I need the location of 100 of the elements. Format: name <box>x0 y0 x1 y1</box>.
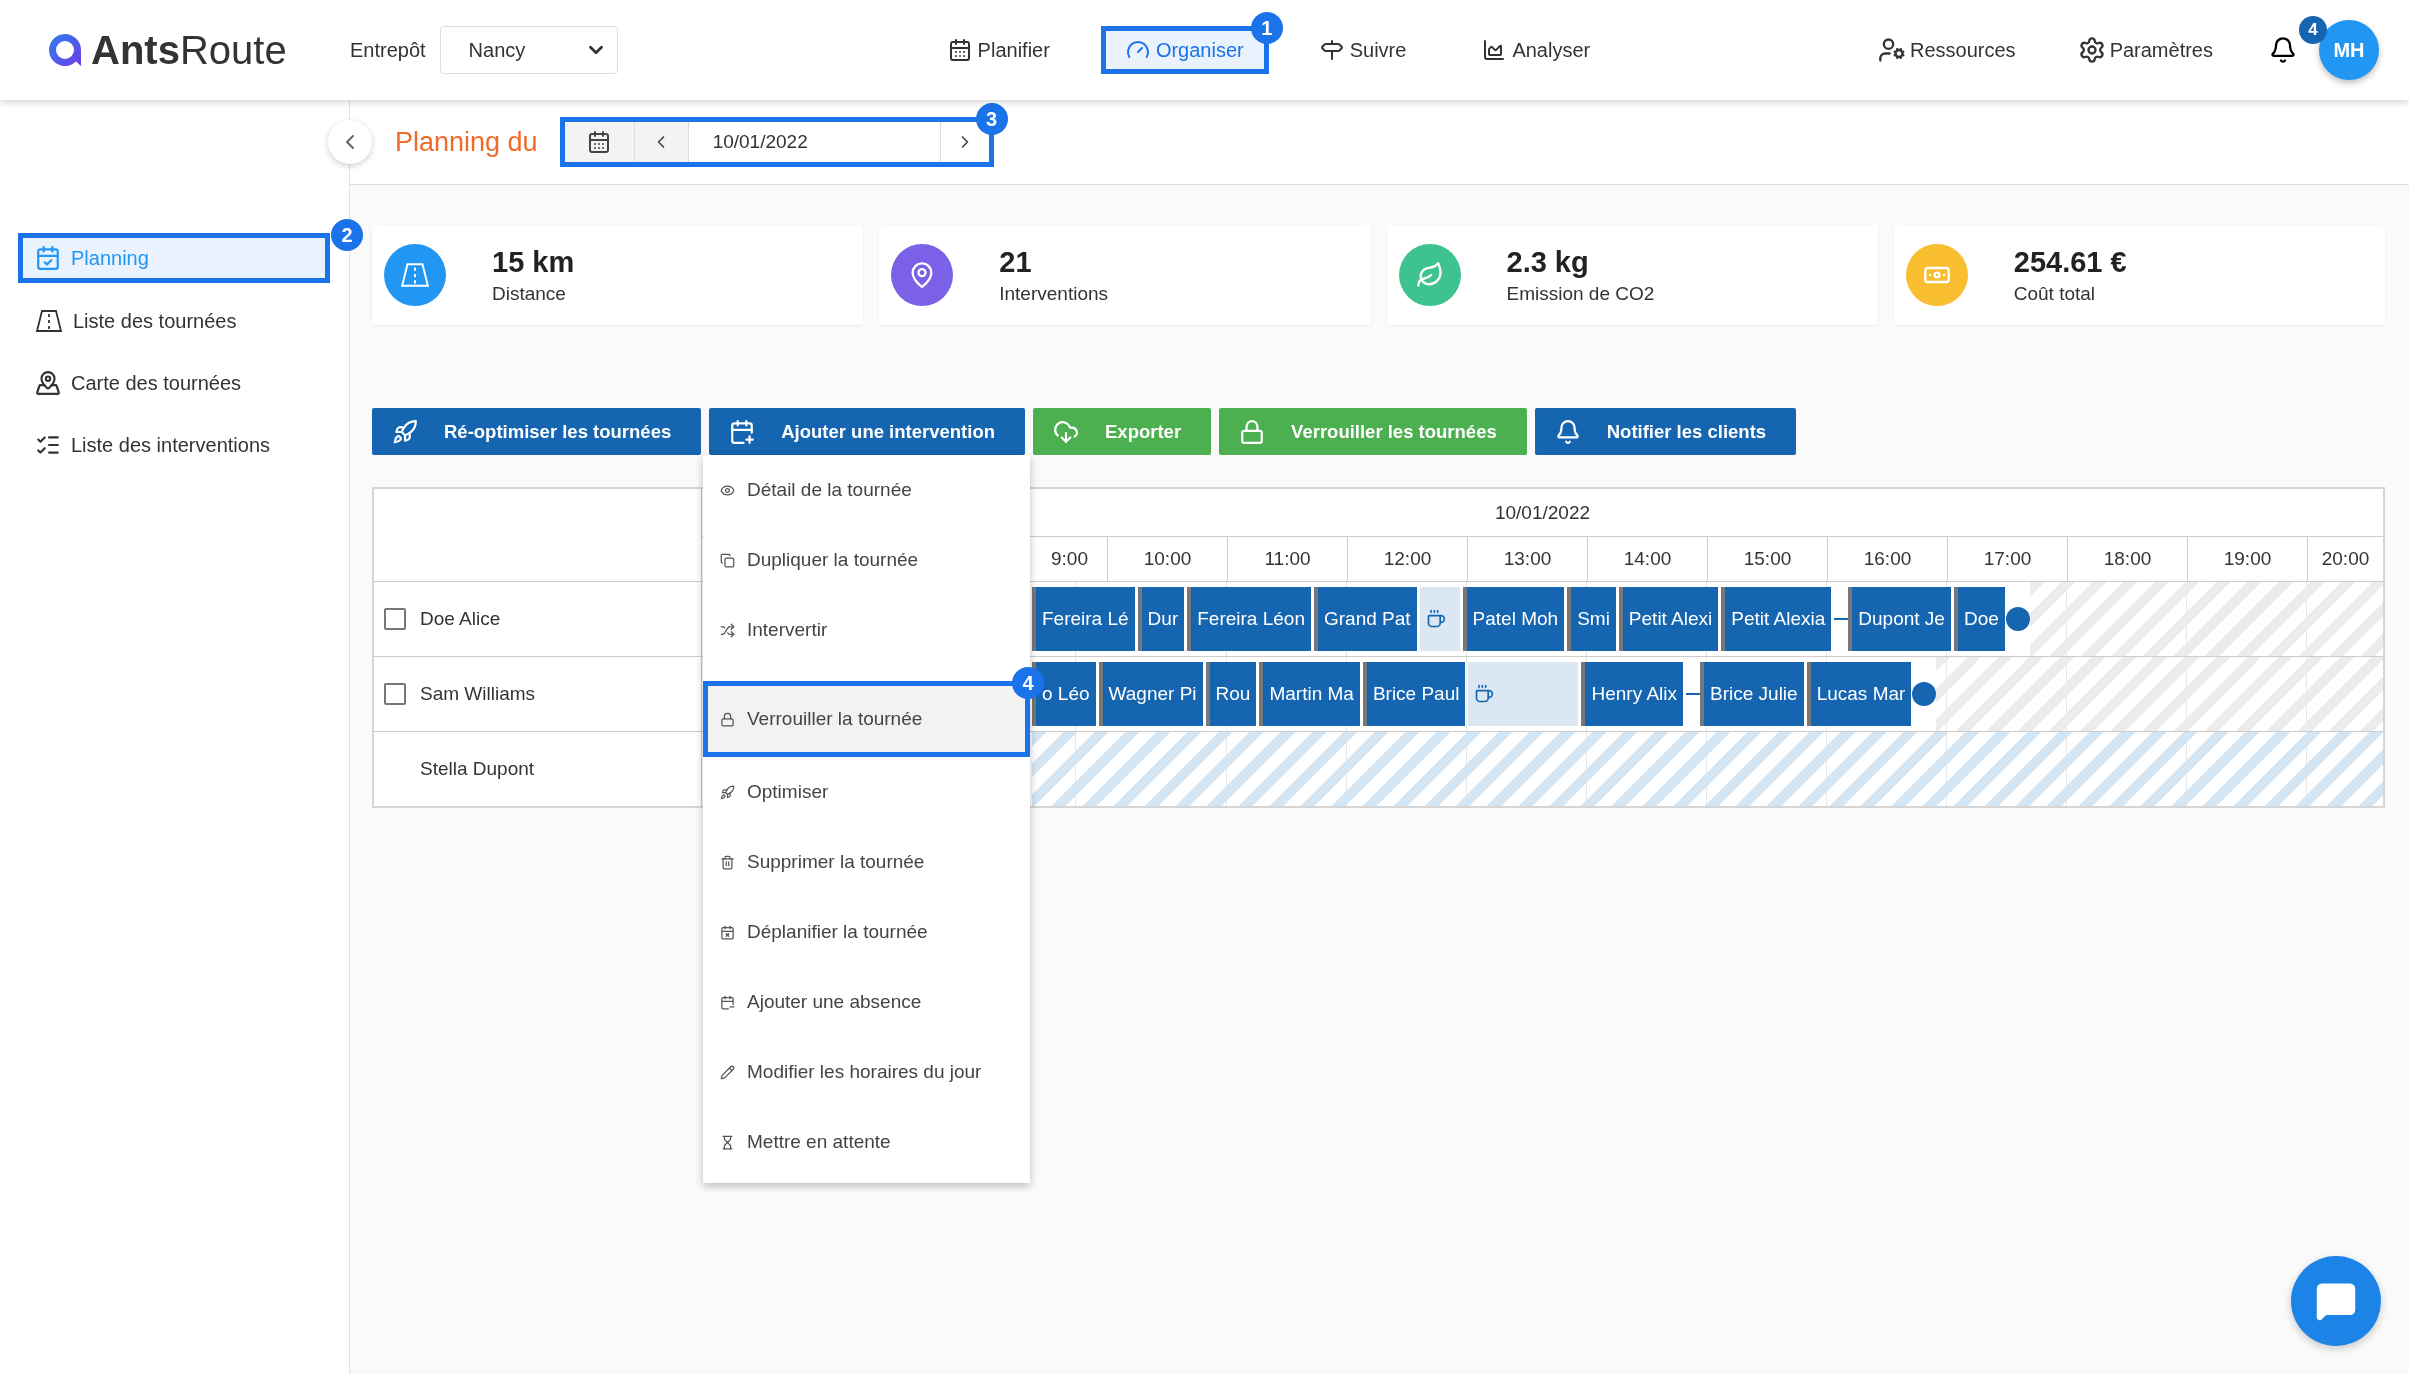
action-button[interactable]: Ajouter une intervention <box>709 408 1025 455</box>
hour-label: 19:00 <box>2187 537 2307 581</box>
lock-icon <box>1239 418 1266 445</box>
road-icon <box>400 262 430 288</box>
step-badge: 1 <box>1250 12 1283 44</box>
menu-item[interactable]: Optimiser <box>703 757 1030 827</box>
route-stop[interactable]: Brice Julie <box>1700 662 1804 726</box>
calendar-button[interactable] <box>564 122 635 162</box>
sidebar-item[interactable]: Liste des tournées <box>18 297 330 345</box>
nav-tab[interactable]: Planifier <box>922 26 1075 74</box>
hour-label: 10:00 <box>1107 537 1227 581</box>
kpi-label: Emission de CO2 <box>1506 282 1655 305</box>
action-button[interactable]: Notifier les clients <box>1534 408 1797 455</box>
calendar-icon <box>587 130 612 154</box>
calendar-icon <box>729 418 756 445</box>
hour-label: 16:00 <box>1827 537 1947 581</box>
bell-icon <box>2269 36 2297 64</box>
menu-item[interactable]: Détail de la tournée <box>703 455 1030 525</box>
hour-label: 13:00 <box>1467 537 1587 581</box>
hour-label: 18:00 <box>2067 537 2187 581</box>
hour-label: 17:00 <box>1947 537 2067 581</box>
rocket-icon <box>392 418 418 445</box>
kpi-label: Coût total <box>2013 282 2097 305</box>
menu-item[interactable]: Intervertir <box>703 595 1030 665</box>
route-stop[interactable]: Henry Alix <box>1581 662 1683 726</box>
route-stop[interactable]: Doe <box>1953 587 2005 651</box>
pencil-icon <box>720 1064 735 1080</box>
menu-item[interactable]: Supprimer la tournée <box>703 827 1030 897</box>
menu-item[interactable]: Déplanifier la tournée <box>703 897 1030 967</box>
planning-title: Planning du <box>395 126 538 158</box>
hour-label: 20:00 <box>2307 537 2383 581</box>
route-stop[interactable]: Fereira Lé <box>1032 587 1135 651</box>
road-icon <box>35 309 63 333</box>
nav-tab[interactable]: Suivre <box>1294 26 1432 74</box>
route-stop[interactable]: Smi <box>1567 587 1616 651</box>
nav-tab[interactable]: Analyser <box>1457 26 1616 74</box>
route-stop[interactable]: Fereira Léon <box>1187 587 1311 651</box>
sidebar-item[interactable]: Carte des tournées <box>18 359 330 407</box>
calendar-icon <box>720 994 735 1010</box>
driver-name: Stella Dupont <box>420 758 535 780</box>
route-end-marker <box>2005 607 2030 631</box>
menu-item[interactable]: Ajouter une absence <box>703 967 1030 1037</box>
route-stop[interactable]: Patel Moh <box>1462 587 1565 651</box>
route-stop[interactable]: Wagner Pi <box>1098 662 1203 726</box>
route-end-marker <box>1912 682 1937 706</box>
hour-label: 11:00 <box>1227 537 1347 581</box>
route-stop[interactable]: Brice Paul <box>1362 662 1466 726</box>
user-gear-icon <box>1878 36 1906 64</box>
notifications-button[interactable] <box>2269 36 2297 64</box>
kpi-value: 254.61 € <box>2013 245 2127 279</box>
calendar-x-icon <box>720 924 735 940</box>
chart-icon <box>1482 38 1507 62</box>
route-stop[interactable]: Petit Alexi <box>1618 587 1719 651</box>
eye-icon <box>720 482 735 498</box>
hour-label: 15:00 <box>1707 537 1827 581</box>
nav-link[interactable]: Paramètres <box>2071 35 2219 65</box>
kpi-label: Interventions <box>999 282 1109 305</box>
sidebar-item[interactable]: Liste des interventions <box>18 421 330 469</box>
menu-item[interactable]: Modifier les horaires du jour <box>703 1037 1030 1107</box>
lock-icon <box>720 711 735 727</box>
leaf-icon <box>1415 261 1444 289</box>
connector-line <box>1834 618 1849 620</box>
warehouse-select[interactable]: Nancy <box>439 26 618 74</box>
nav-link[interactable]: Ressources <box>1872 35 2022 65</box>
route-stop[interactable]: Lucas Mar <box>1806 662 1912 726</box>
calendar-icon <box>947 38 972 62</box>
route-stop[interactable]: Rou <box>1205 662 1257 726</box>
cup-icon <box>1474 684 1495 704</box>
route-stop[interactable]: Dupont Je <box>1848 587 1951 651</box>
menu-item[interactable]: Dupliquer la tournée <box>703 525 1030 595</box>
hour-label: 12:00 <box>1347 537 1467 581</box>
menu-item[interactable]: Mettre en attente <box>703 1107 1030 1177</box>
cloud-download-icon <box>1053 418 1079 445</box>
warehouse-label: Entrepôt <box>350 38 426 62</box>
settings-icon <box>2077 36 2106 64</box>
user-avatar[interactable]: MH <box>2319 20 2379 80</box>
action-button[interactable]: Ré-optimiser les tournées <box>372 408 702 455</box>
notification-badge: 4 <box>2299 16 2327 44</box>
kpi-label: Distance <box>492 282 567 305</box>
route-stop[interactable]: Petit Alexia <box>1721 587 1832 651</box>
step-badge: 2 <box>331 219 363 251</box>
row-checkbox[interactable] <box>384 608 406 630</box>
step-badge: 3 <box>975 103 1008 135</box>
collapse-button[interactable] <box>328 120 372 164</box>
route-stop[interactable]: Dur <box>1137 587 1185 651</box>
bell-icon <box>1554 418 1581 445</box>
row-checkbox[interactable] <box>384 683 406 705</box>
calendar-check-icon <box>35 245 61 271</box>
trash-icon <box>720 854 735 870</box>
copy-icon <box>720 552 735 568</box>
route-stop[interactable]: Grand Pat <box>1313 587 1417 651</box>
connector-line <box>1686 693 1700 695</box>
hour-label: 9:00 <box>1050 547 1089 571</box>
date-field[interactable]: 10/01/2022 <box>688 122 941 162</box>
signpost-icon <box>1319 38 1344 62</box>
route-stop[interactable]: Martin Ma <box>1259 662 1360 726</box>
logo-text: AntsRoute <box>91 27 287 73</box>
driver-name: Sam Williams <box>420 683 536 705</box>
kpi-value: 2.3 kg <box>1506 245 1590 279</box>
hour-label: 14:00 <box>1587 537 1707 581</box>
